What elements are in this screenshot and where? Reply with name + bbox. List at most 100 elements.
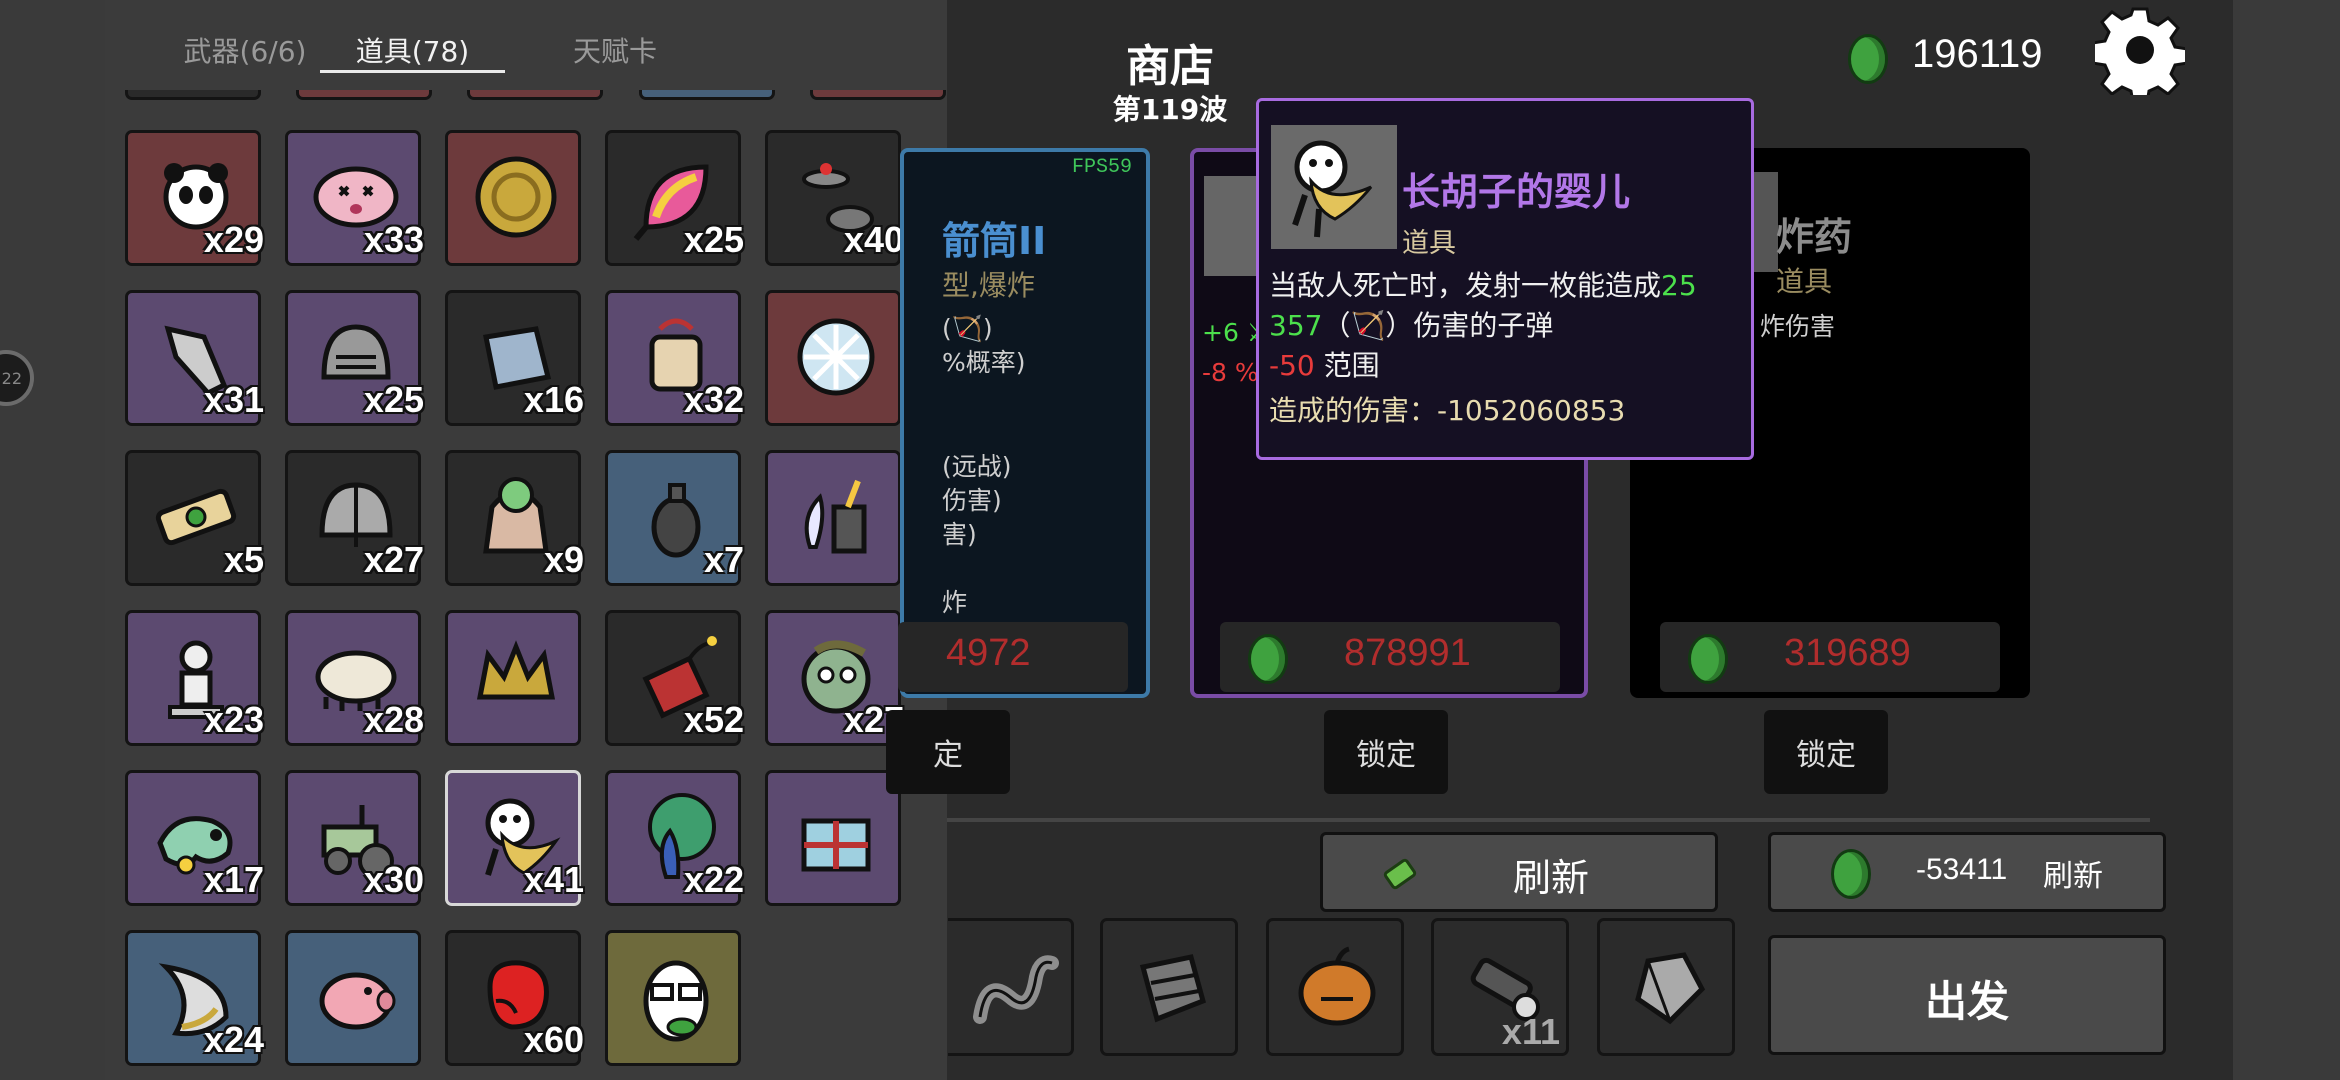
owned-slot[interactable] [1597,918,1735,1056]
inventory-slot[interactable]: x24 [125,930,264,1066]
card-item-icon [1204,176,1264,276]
inventory-slot[interactable] [765,290,901,426]
owned-slot[interactable] [948,918,1074,1056]
price-box: 4972 [898,622,1128,692]
pumpkin-icon [1298,946,1376,1026]
inventory-slot[interactable]: x31 [125,290,264,426]
worm-icon [973,955,1059,1024]
ticket-icon [1383,858,1417,890]
card-stat: 炸 [942,588,968,617]
item-count: x30 [363,859,424,900]
side-badge[interactable]: 22 [0,350,34,406]
effect-text: （🏹）伤害的子弹 [1322,309,1554,342]
item-count: x32 [683,379,744,420]
inventory-slot[interactable]: x52 [605,610,744,746]
inventory-slot[interactable] [445,130,581,266]
inventory-tabs: 武器(6/6) 道具(78) 天赋卡 [105,0,947,90]
inventory-slot[interactable]: x33 [285,130,424,266]
range-label: 范围 [1314,349,1380,382]
inventory-slot[interactable]: x41 [445,770,584,906]
owned-slot[interactable] [1100,918,1238,1056]
card-title: 箭筒II [942,219,1047,263]
lock-button[interactable]: 锁定 [1764,710,1888,794]
item-count: x29 [203,219,264,260]
item-count: x22 [683,859,744,900]
coin-icon [1688,634,1728,684]
inventory-slot[interactable]: x30 [285,770,424,906]
inventory-slot[interactable] [125,90,261,100]
refresh-button[interactable]: 刷新 [1320,832,1718,912]
inventory-slot[interactable]: x16 [445,290,584,426]
tab-items[interactable]: 道具(78) [320,30,505,70]
lock-button[interactable]: 定 [886,710,1010,794]
shop-title: 商店 [1126,41,1214,92]
inventory-slot[interactable] [765,770,901,906]
inventory-slot[interactable]: x25 [285,290,424,426]
inventory-grid: x29 x33 x25 x40 x31 x25 x16 x32 x5 x27 x9 x7 x23 x28 x… [105,90,947,1080]
item-count: x23 [203,699,264,740]
item-count: x16 [523,379,584,420]
item-count: x60 [523,1019,584,1060]
card-subtitle: 型,爆炸 [942,269,1035,302]
inventory-slot[interactable]: x7 [605,450,744,586]
owned-slot[interactable]: x11 [1431,918,1569,1056]
inventory-slot[interactable]: x5 [125,450,264,586]
inventory-slot[interactable]: x27 [285,450,424,586]
effect-value: 357 [1269,309,1323,342]
inventory-slot[interactable]: x29 [125,130,264,266]
inventory-slot[interactable]: x28 [285,610,424,746]
inventory-slot[interactable]: x40 [765,130,904,266]
inventory-slot[interactable]: x9 [445,450,584,586]
inventory-slot[interactable] [605,930,741,1066]
inventory-slot[interactable] [285,930,421,1066]
damage-label: 造成的伤害： [1269,394,1438,427]
inventory-slot[interactable]: x23 [125,610,264,746]
owned-slot[interactable] [1266,918,1404,1056]
item-count: x28 [363,699,424,740]
range-value: -50 [1269,349,1315,382]
lock-button[interactable]: 锁定 [1324,710,1448,794]
depart-button[interactable]: 出发 [1768,935,2166,1055]
inventory-slot[interactable] [765,450,901,586]
active-tab-indicator [320,70,505,73]
item-count: x24 [203,1019,264,1060]
egg-glasses-icon [643,960,709,1042]
inventory-slot[interactable] [638,90,775,100]
item-tooltip: 长胡子的婴儿 道具 当敌人死亡时，发射一枚能造成25 357（🏹）伤害的子弹 -… [1256,98,1754,460]
inventory-slot[interactable] [445,610,581,746]
tab-weapons[interactable]: 武器(6/6) [155,30,335,70]
tab-talents[interactable]: 天赋卡 [525,30,705,70]
inventory-slot[interactable]: x27 [765,610,904,746]
effect-value: 25 [1661,269,1697,302]
card-title: 炸药 [1776,215,1853,259]
inventory-slot[interactable]: x60 [445,930,584,1066]
price: 319689 [1784,632,1911,674]
crown-icon [476,640,556,700]
item-count: x5 [223,539,264,580]
inventory-slot[interactable] [467,90,604,100]
card-stat: (🏹) [942,314,993,343]
card-stat: -8 % [1202,358,1259,387]
coin-icon [1848,34,1888,84]
refresh-label: 刷新 [2043,859,2103,894]
inventory-slot[interactable]: x17 [125,770,264,906]
inventory-slot[interactable]: x25 [605,130,744,266]
piggy-bank-icon [319,972,396,1030]
inventory-slot[interactable]: x32 [605,290,744,426]
paid-refresh-button[interactable]: -53411 刷新 [1768,832,2166,912]
lock-label: 定 [933,738,963,773]
card-stat: (远战) [942,452,1012,481]
inventory-slot[interactable] [296,90,433,100]
item-count: x17 [203,859,264,900]
inventory-slot[interactable]: x22 [605,770,744,906]
item-count: x33 [363,219,424,260]
price: 4972 [946,632,1031,674]
shop-card-quiver[interactable]: 箭筒II 型,爆炸 (🏹) %概率) (远战) 伤害) 害) 炸 4972 [898,148,1150,698]
gear-icon[interactable] [2095,5,2185,95]
price-box: 878991 [1220,622,1560,692]
price-box: 319689 [1660,622,2000,692]
refresh-label: 刷新 [1513,856,1590,900]
crystal-icon [1635,952,1706,1025]
item-count: x27 [363,539,424,580]
inventory-slot[interactable] [809,90,946,100]
